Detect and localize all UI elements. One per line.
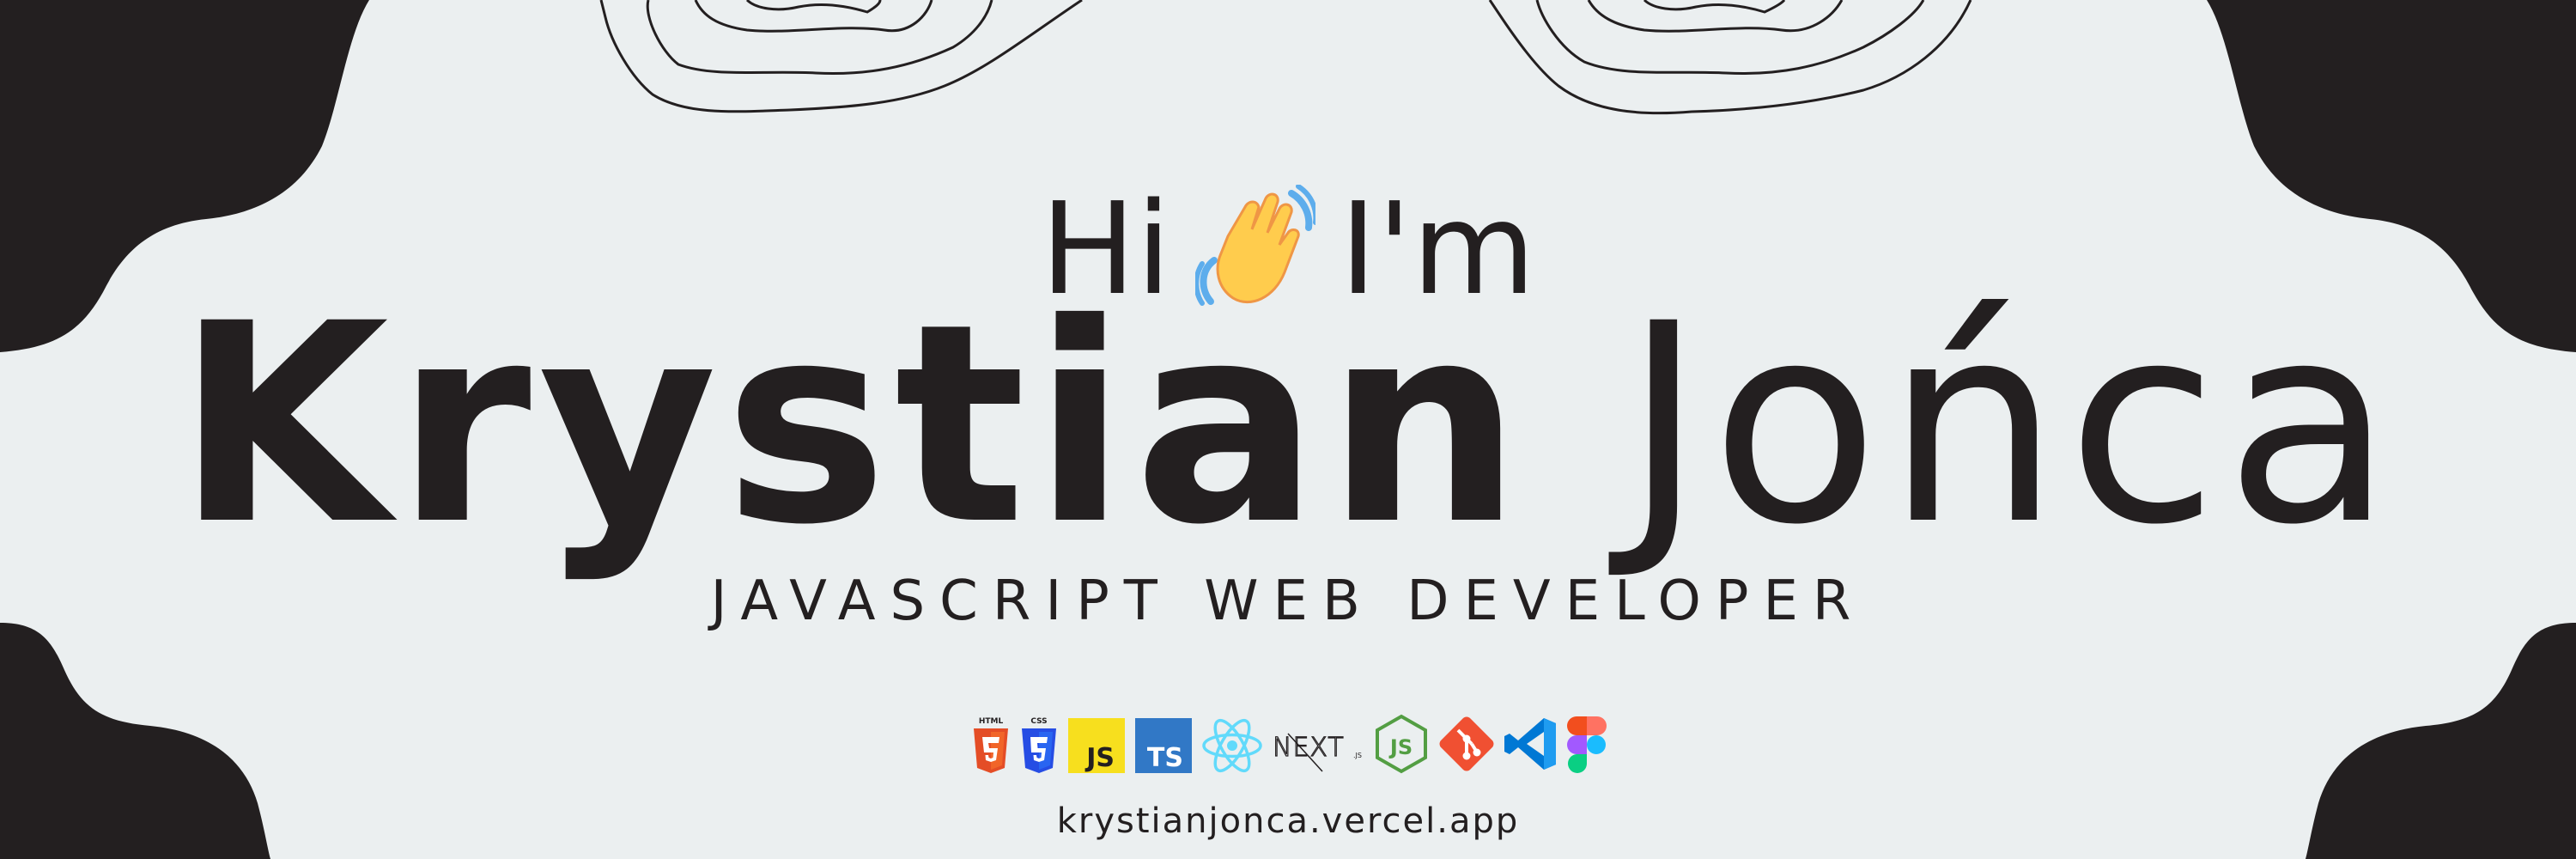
html5-icon: HTML <box>970 713 1012 775</box>
job-title: JAVASCRIPT WEB DEVELOPER <box>710 570 1866 633</box>
first-name: Krystian <box>175 265 1529 585</box>
contour-lines-left <box>599 0 1083 113</box>
html5-icon-label: HTML <box>979 717 1004 726</box>
react-icon <box>1200 713 1264 775</box>
css3-icon-label: CSS <box>1030 717 1047 726</box>
css3-icon: CSS <box>1018 713 1060 775</box>
nextjs-icon-sub: .JS <box>1353 752 1362 759</box>
javascript-icon-label: JS <box>1084 743 1115 773</box>
typescript-icon-label: TS <box>1147 743 1183 773</box>
full-name: Krystian Jońca <box>0 288 2576 563</box>
last-name: Jońca <box>1623 265 2401 585</box>
contour-lines-right <box>1488 0 1972 115</box>
nextjs-icon-label: NEXT <box>1273 733 1345 763</box>
tech-stack-icons: HTML CSS JS TS NEXT .JS JS <box>970 713 1607 775</box>
nodejs-icon-label: JS <box>1388 735 1413 759</box>
figma-icon <box>1566 713 1607 775</box>
website-url[interactable]: krystianjonca.vercel.app <box>0 804 2576 838</box>
nodejs-icon: JS <box>1374 713 1429 775</box>
typescript-icon: TS <box>1133 713 1194 775</box>
git-icon <box>1436 713 1496 775</box>
nextjs-icon: NEXT .JS <box>1271 713 1367 775</box>
vscode-icon <box>1503 713 1559 775</box>
javascript-icon: JS <box>1066 713 1127 775</box>
